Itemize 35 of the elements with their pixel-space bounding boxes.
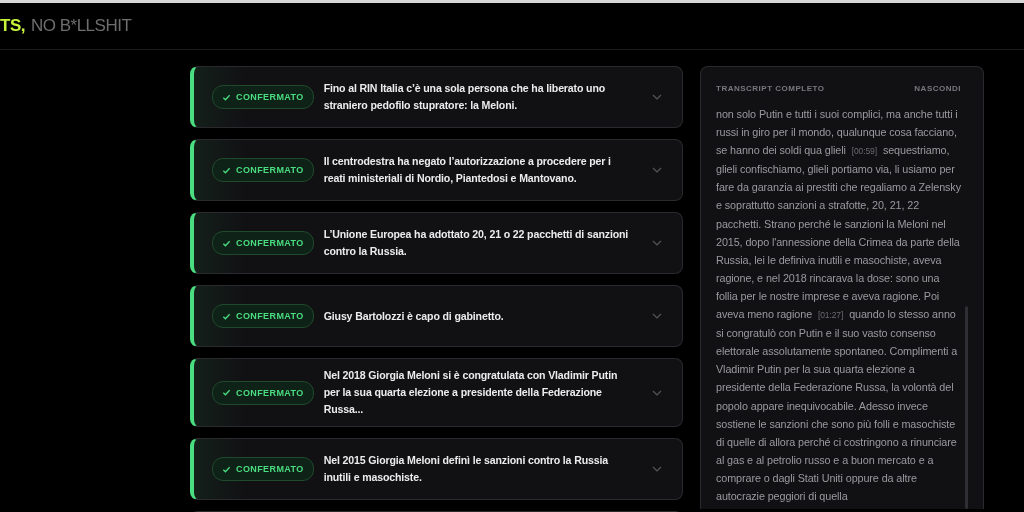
chevron-down-icon[interactable] (652, 94, 662, 100)
claim-card[interactable]: CONFERMATO Nel 2018 Giorgia Meloni si è congratulata con Vladimir Putin per la sua quarta elezione a presidente della Federazione Russa... (190, 358, 683, 427)
check-icon (222, 92, 231, 102)
chevron-down-icon[interactable] (652, 240, 662, 246)
check-icon (222, 238, 231, 248)
claim-text: Fino al RIN Italia c’è una sola persona che ha liberato uno straniero pedofilo stupratore: la Meloni. (323, 81, 607, 113)
claim-text: L’Unione Europea ha adottato 20, 21 o 22 pacchetti di sanzioni contro la Russia. (323, 227, 630, 259)
claim-card[interactable]: CONFERMATO L’Unione Europea ha adottato 20, 21 o 22 pacchetti di sanzioni contro la Russia. (190, 212, 683, 274)
claim-card[interactable]: CONFERMATO Fino al RIN Italia c’è una sola persona che ha liberato uno straniero pedofilo stupratore: la Meloni. (190, 66, 683, 128)
claim-text: Il centrodestra ha negato l’autorizzazione a procedere per i reati ministeriali di Nordio, Piantedosi e Mantovano. (323, 154, 612, 186)
claim-text: Giusy Bartolozzi è capo di gabinetto. (323, 308, 505, 324)
status-badge: CONFERMATO (212, 158, 314, 182)
status-badge: CONFERMATO (212, 304, 314, 328)
brand-logo-accent: TS, (0, 16, 25, 36)
claim-text: Nel 2018 Giorgia Meloni si è congratulata con Vladimir Putin per la sua quarta elezione a presidente della Federazione Russa... (323, 368, 619, 417)
chevron-down-icon[interactable] (652, 313, 662, 319)
claim-card[interactable]: CONFERMATO Giusy Bartolozzi è capo di gabinetto. (190, 285, 683, 347)
status-badge: CONFERMATO (212, 85, 314, 109)
check-icon (222, 311, 231, 321)
transcript-text: non solo Putin e tutti i suoi complici, ma anche tutti i russi in giro per il mondo, qualunque cosa facciano, se hanno dei soldi qua glieli [00:59] sequestriamo, glieli confischiamo, glieli portiamo via, li usiamo per fare da garanzia ai prestiti che regaliamo a Zelensky e soprattutto sanzioni a strafotte, 20, 21, 22 pacchetti. Strano perché le sanzioni la Meloni nel 2015, dopo l'annessione della Crimea da parte della Russia, lei le definiva inutili e masochiste, aveva ragione, e nel 2018 rincarava la dose: sono una follia per le nostre imprese e aveva ragione. Poi aveva meno ragione [01:27] quando lo stesso anno si congratulò con Putin e il suo vasto consenso elettorale assolutamente spontaneo. Complimenti a Vladimir Putin per la sua quarta elezione a presidente della Federazione Russa, la volontà del popolo appare inequivocabile. Adesso invece sostiene le sanzioni che sono più folli e masochiste di quelle di allora perché ci costringono a rinunciare al gas e al petrolio russo e a buon mercato e a comprare o dagli Stati Uniti oppure da altre autocrazie peggiori di quella (716, 107, 961, 504)
chevron-down-icon[interactable] (652, 167, 662, 173)
claim-text: Nel 2015 Giorgia Meloni definì le sanzioni contro la Russia inutili e masochiste. (323, 453, 610, 485)
brand-tagline: NO B*LLSHIT (30, 16, 132, 36)
hide-link[interactable]: NASCONDI (914, 84, 961, 93)
claim-card[interactable]: CONFERMATO Il centrodestra ha negato l’autorizzazione a procedere per i reati ministeriali di Nordio, Piantedosi e Mantovano. (190, 139, 683, 201)
chevron-down-icon[interactable] (652, 466, 662, 472)
chevron-down-icon[interactable] (652, 389, 662, 396)
status-badge: CONFERMATO (212, 457, 314, 481)
status-badge: CONFERMATO (212, 380, 314, 405)
check-icon (222, 165, 231, 175)
status-badge: CONFERMATO (212, 231, 314, 255)
claim-card[interactable]: CONFERMATO Nel 2015 Giorgia Meloni definì le sanzioni contro la Russia inutili e masochiste. (190, 438, 683, 500)
panel-title: TRANSCRIPT COMPLETO (716, 84, 825, 93)
check-icon (222, 464, 231, 474)
check-icon (222, 388, 231, 397)
